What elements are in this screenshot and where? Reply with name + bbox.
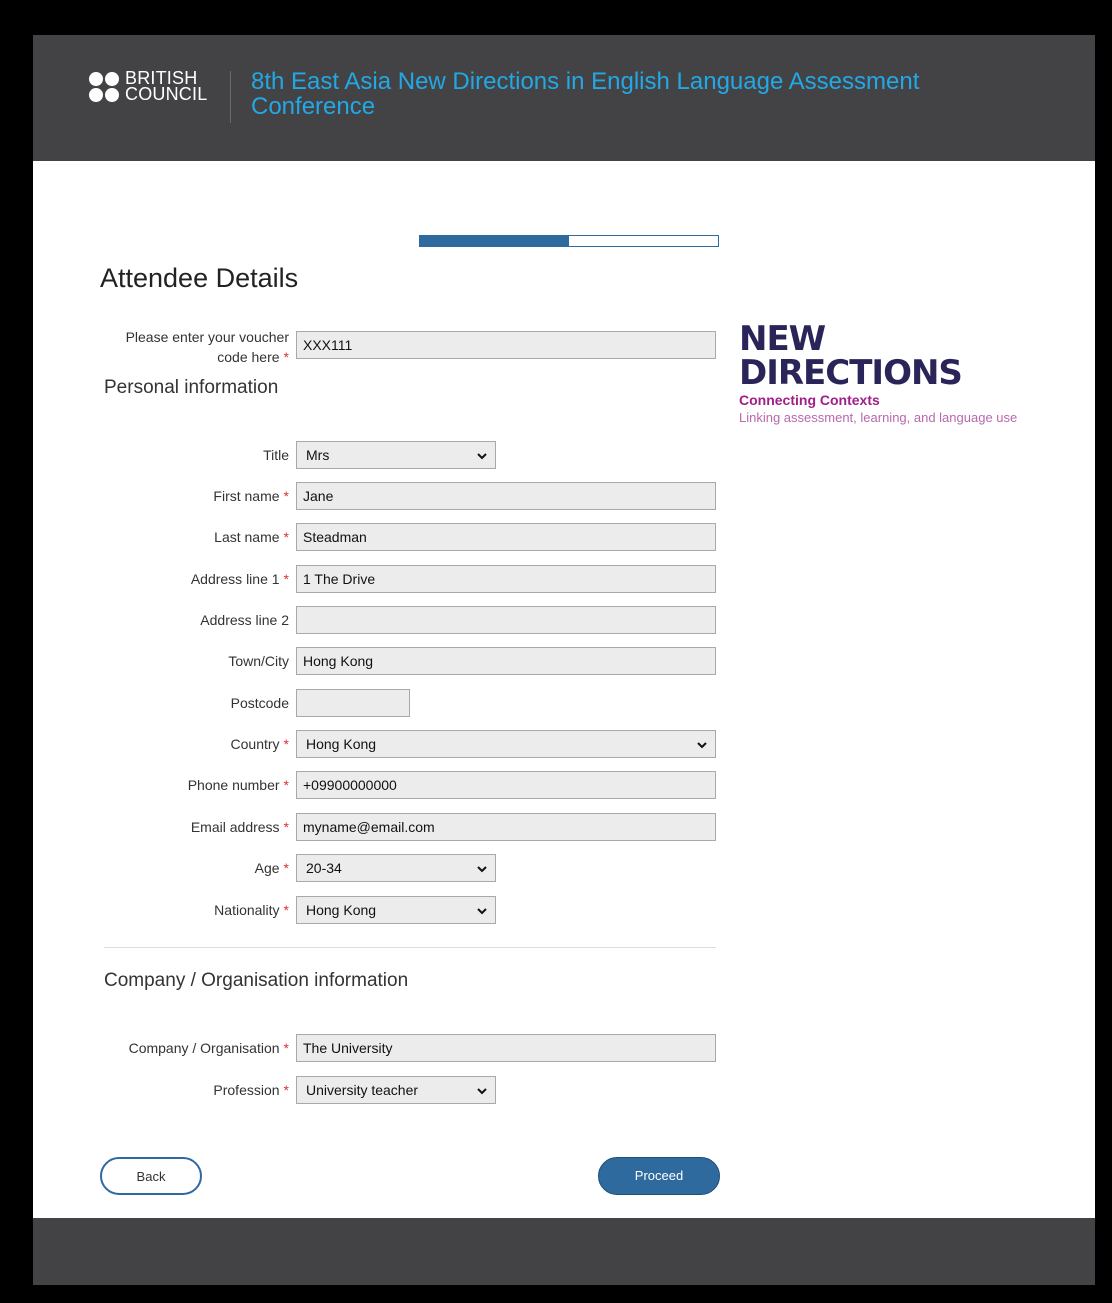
profession-label: Profession * [213,1082,289,1098]
brand-tagline-2: Linking assessment, learning, and langua… [739,410,1018,425]
organisation-input[interactable]: The University [296,1034,716,1062]
row-postcode: Postcode [33,689,1095,717]
last-name-input[interactable]: Steadman [296,523,716,551]
header-divider [230,71,231,123]
profession-select[interactable]: University teacher [296,1076,496,1104]
chevron-down-icon [477,1088,487,1095]
section-title-company: Company / Organisation information [104,970,409,991]
required-mark: * [283,349,289,365]
chevron-down-icon [477,453,487,460]
page-frame: BRITISH COUNCIL 8th East Asia New Direct… [33,35,1095,1285]
nationality-label: Nationality * [214,902,289,918]
row-organisation: Company / Organisation * The University [33,1034,1095,1062]
title-label: Title [263,447,289,463]
page-title: Attendee Details [100,263,299,293]
address-1-label: Address line 1 * [190,571,289,587]
postcode-label: Postcode [230,695,289,711]
row-last-name: Last name * Steadman [33,523,1095,551]
row-email: Email address * myname@email.com [33,813,1095,841]
nationality-select[interactable]: Hong Kong [296,896,496,924]
address-2-label: Address line 2 [200,612,289,628]
last-name-label: Last name * [214,529,289,545]
country-label: Country * [230,736,289,752]
email-input[interactable]: myname@email.com [296,813,716,841]
row-phone: Phone number * +09900000000 [33,771,1095,799]
chevron-down-icon [477,866,487,873]
voucher-label: Please enter your voucher code here * [125,329,289,365]
row-address-2: Address line 2 [33,606,1095,634]
organisation-label: Company / Organisation * [128,1040,289,1056]
postcode-input[interactable] [296,689,410,717]
progress-bar [419,235,719,247]
row-first-name: First name * Jane [33,482,1095,510]
row-town: Town/City Hong Kong [33,647,1095,675]
phone-label: Phone number * [187,777,289,793]
logo-wordmark: BRITISH COUNCIL [125,69,208,104]
site-footer [33,1218,1095,1285]
country-select[interactable]: Hong Kong [296,730,716,758]
proceed-button[interactable]: Proceed [598,1157,720,1195]
row-age: Age * 20-34 [33,854,1095,882]
row-profession: Profession * University teacher [33,1076,1095,1104]
row-title: Title Mrs [33,441,1095,469]
first-name-label: First name * [213,488,289,504]
chevron-down-icon [697,742,707,749]
logo-line-2: COUNCIL [125,84,208,104]
chevron-down-icon [477,908,487,915]
row-country: Country * Hong Kong [33,730,1095,758]
british-council-logo[interactable]: BRITISH COUNCIL [89,69,209,104]
title-select[interactable]: Mrs [296,441,496,469]
age-label: Age * [254,860,289,876]
town-input[interactable]: Hong Kong [296,647,716,675]
section-title-personal: Personal information [104,377,279,398]
section-divider [104,947,716,948]
address-1-input[interactable]: 1 The Drive [296,565,716,593]
first-name-input[interactable]: Jane [296,482,716,510]
phone-input[interactable]: +09900000000 [296,771,716,799]
age-select[interactable]: 20-34 [296,854,496,882]
row-address-1: Address line 1 * 1 The Drive [33,565,1095,593]
logo-dots-icon [89,72,121,104]
voucher-input[interactable]: XXX111 [296,331,716,359]
brand-tagline-1: Connecting Contexts [739,392,880,408]
brand-line-2: DIRECTIONS [739,353,963,393]
email-label: Email address * [190,819,289,835]
conference-title: 8th East Asia New Directions in English … [251,68,920,120]
brand-line-1: NEW [739,319,826,359]
site-header: BRITISH COUNCIL 8th East Asia New Direct… [33,35,1095,161]
address-2-input[interactable] [296,606,716,634]
new-directions-logo: NEW DIRECTIONS Connecting Contexts Linki… [739,322,1079,425]
row-nationality: Nationality * Hong Kong [33,896,1095,924]
progress-fill [420,236,569,246]
back-button[interactable]: Back [100,1157,202,1195]
town-label: Town/City [228,653,289,669]
